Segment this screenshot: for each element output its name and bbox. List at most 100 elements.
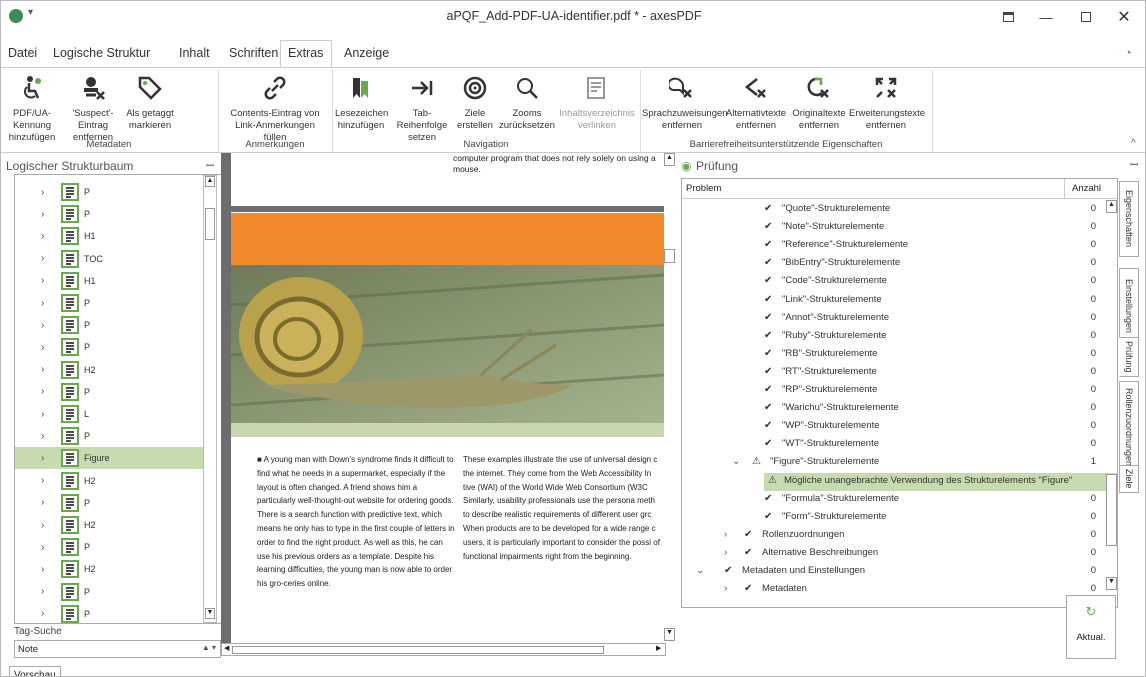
menu-inhalt[interactable]: Inhalt xyxy=(179,46,210,60)
problem-row[interactable]: ✔ "Ruby"-Strukturelemente 0 xyxy=(682,328,1104,346)
chevron-right-icon[interactable]: › xyxy=(41,475,53,486)
chevron-right-icon[interactable]: › xyxy=(41,608,53,619)
scroll-left-arrow[interactable]: ◀ xyxy=(224,644,229,652)
scroll-up-arrow[interactable]: ▲ xyxy=(1106,200,1117,213)
problem-row[interactable]: ✔ "RP"-Strukturelemente 0 xyxy=(682,382,1104,400)
scroll-up-arrow[interactable]: ▲ xyxy=(205,176,215,187)
problem-row[interactable]: ✔ "Reference"-Strukturelemente 0 xyxy=(682,237,1104,255)
column-problem[interactable]: Problem xyxy=(686,183,721,194)
chevron-right-icon[interactable]: › xyxy=(41,187,53,198)
suspect-remove-button[interactable]: 'Suspect'-Eintrag entfernen xyxy=(63,68,123,144)
problem-row[interactable]: › ✔ Rollenzuordnungen 0 xyxy=(682,527,1104,545)
tree-item[interactable]: › P xyxy=(15,425,205,447)
problem-row[interactable]: ✔ "Link"-Strukturelemente 0 xyxy=(682,292,1104,310)
chevron-down-icon[interactable]: ⌄ xyxy=(732,456,740,467)
scroll-thumb[interactable] xyxy=(205,208,215,240)
tab-vorschau[interactable]: Vorschau xyxy=(9,666,61,676)
chevron-right-icon[interactable]: › xyxy=(41,364,53,375)
remove-alt-text-button[interactable]: Alternativtexte entfernen xyxy=(723,68,789,132)
chevron-right-icon[interactable]: › xyxy=(724,529,727,540)
tab-pruefung[interactable]: Prüfung xyxy=(1119,337,1139,377)
collapse-ribbon-icon[interactable]: ^ xyxy=(1131,138,1136,149)
tree-item[interactable]: › P xyxy=(15,581,205,603)
structure-tree[interactable]: › P › P › H1 › TOC › H1 › P › P › P › H2 › P › L › P › Figure › H2 ›… xyxy=(14,174,222,624)
problem-list[interactable]: Problem Anzahl ✔ "Quote"-Strukturelemente… xyxy=(681,178,1118,608)
chevron-right-icon[interactable]: › xyxy=(41,453,53,464)
scroll-down-arrow[interactable]: ▼ xyxy=(205,608,215,619)
tree-item[interactable]: › H2 xyxy=(15,470,205,492)
problem-row[interactable]: ✔ "Quote"-Strukturelemente 0 xyxy=(682,201,1104,219)
tree-item[interactable]: › L xyxy=(15,403,205,425)
tree-item[interactable]: › P xyxy=(15,292,205,314)
tree-item[interactable]: › P xyxy=(15,536,205,558)
problem-row[interactable]: ⌄ ⚠ "Figure"-Strukturelemente 1 xyxy=(682,454,1104,472)
chevron-right-icon[interactable]: › xyxy=(41,298,53,309)
close-icon[interactable]: ✕ xyxy=(1101,1,1145,33)
remove-original-text-button[interactable]: Originaltexte entfernen xyxy=(789,68,849,132)
problem-row[interactable]: ✔ "WT"-Strukturelemente 0 xyxy=(682,436,1104,454)
search-spinner-icon[interactable]: ▲ ▾ xyxy=(202,643,216,652)
scroll-up-arrow[interactable]: ▲ xyxy=(664,153,675,166)
tree-item[interactable]: › Figure xyxy=(15,447,205,470)
chevron-right-icon[interactable]: › xyxy=(41,209,53,220)
menu-datei[interactable]: Datei xyxy=(8,46,37,60)
chevron-down-icon[interactable]: ⌄ xyxy=(696,565,704,576)
pin-icon[interactable]: ꟷ xyxy=(1130,157,1138,171)
problem-row[interactable]: ✔ "Warichu"-Strukturelemente 0 xyxy=(682,400,1104,418)
fill-link-contents-button[interactable]: Contents-Eintrag von Link-Anmerkungen fü… xyxy=(223,68,327,144)
chevron-right-icon[interactable]: › xyxy=(41,342,53,353)
tree-scrollbar[interactable]: ▲ ▼ xyxy=(203,175,217,623)
pdfua-identifier-button[interactable]: PDF/UA-Kennung hinzufügen xyxy=(3,68,61,144)
problem-row[interactable]: ✔ "Code"-Strukturelemente 0 xyxy=(682,273,1104,291)
chevron-right-icon[interactable]: › xyxy=(41,320,53,331)
snail-photo[interactable] xyxy=(231,265,664,437)
problem-row[interactable]: ✔ "RB"-Strukturelemente 0 xyxy=(682,346,1104,364)
chevron-right-icon[interactable]: › xyxy=(41,409,53,420)
scroll-down-arrow[interactable]: ▼ xyxy=(1106,577,1117,590)
problem-row[interactable]: ✔ "Annot"-Strukturelemente 0 xyxy=(682,310,1104,328)
tree-item[interactable]: › P xyxy=(15,314,205,336)
problem-row[interactable]: ✔ "WP"-Strukturelemente 0 xyxy=(682,418,1104,436)
problem-row[interactable]: ✔ "Note"-Strukturelemente 0 xyxy=(682,219,1104,237)
tree-item[interactable]: › TOC xyxy=(15,248,205,270)
tab-rollenzuordnungen[interactable]: Rollenzuordnungen xyxy=(1119,381,1139,473)
tree-item[interactable]: › H1 xyxy=(15,270,205,292)
problem-row[interactable]: ⌄ ✔ Metadaten und Einstellungen 0 xyxy=(682,563,1104,581)
tree-item[interactable]: › H2 xyxy=(15,514,205,536)
mark-tagged-button[interactable]: Als getaggt markieren xyxy=(125,68,175,132)
reset-zooms-button[interactable]: Zooms zurücksetzen xyxy=(497,68,557,132)
chevron-right-icon[interactable]: › xyxy=(41,542,53,553)
tree-item[interactable]: › H2 xyxy=(15,359,205,381)
chevron-right-icon[interactable]: › xyxy=(41,386,53,397)
chevron-right-icon[interactable]: › xyxy=(724,583,727,594)
set-tab-order-button[interactable]: Tab-Reihenfolge setzen xyxy=(389,68,455,144)
tree-item[interactable]: › P xyxy=(15,381,205,403)
chevron-right-icon[interactable]: › xyxy=(41,497,53,508)
problem-row[interactable]: ⚠ Mögliche unangebrachte Verwendung des S… xyxy=(764,472,1117,491)
chevron-right-icon[interactable]: › xyxy=(41,253,53,264)
chevron-right-icon[interactable]: › xyxy=(41,431,53,442)
update-button[interactable]: ↻ Aktual. xyxy=(1066,595,1116,659)
problem-row[interactable]: ✔ "BibEntry"-Strukturelemente 0 xyxy=(682,255,1104,273)
scroll-right-arrow[interactable]: ▶ xyxy=(656,644,661,652)
tree-item[interactable]: › H2 xyxy=(15,558,205,580)
problem-row[interactable]: › ✔ Metadaten 0 xyxy=(682,581,1104,599)
problem-row[interactable]: ✔ "Formula"-Strukturelemente 0 xyxy=(682,491,1104,509)
tab-eigenschaften[interactable]: Eigenschaften xyxy=(1119,181,1139,257)
menu-logische-struktur[interactable]: Logische Struktur xyxy=(53,46,150,60)
column-anzahl[interactable]: Anzahl xyxy=(1072,183,1101,194)
problem-row[interactable]: ✔ "Form"-Strukturelemente 0 xyxy=(682,509,1104,527)
tag-search-input[interactable]: Note ▲ ▾ xyxy=(14,640,221,658)
scroll-thumb[interactable] xyxy=(232,646,604,654)
tree-item[interactable]: › P xyxy=(15,603,205,623)
tree-item[interactable]: › P xyxy=(15,203,205,225)
document-view[interactable]: computer program that does not rely sole… xyxy=(221,153,675,663)
menu-anzeige[interactable]: Anzeige xyxy=(344,46,389,60)
link-toc-button[interactable]: Inhaltsverzeichnis verlinken xyxy=(557,68,637,132)
horizontal-scrollbar[interactable]: ◀ ▶ xyxy=(221,643,666,656)
problem-row[interactable]: ✔ "RT"-Strukturelemente 0 xyxy=(682,364,1104,382)
tab-ziele[interactable]: Ziele xyxy=(1119,465,1139,493)
chevron-right-icon[interactable]: › xyxy=(41,275,53,286)
tree-item[interactable]: › P xyxy=(15,492,205,514)
remove-language-button[interactable]: Sprachzuweisungen entfernen xyxy=(642,68,728,132)
